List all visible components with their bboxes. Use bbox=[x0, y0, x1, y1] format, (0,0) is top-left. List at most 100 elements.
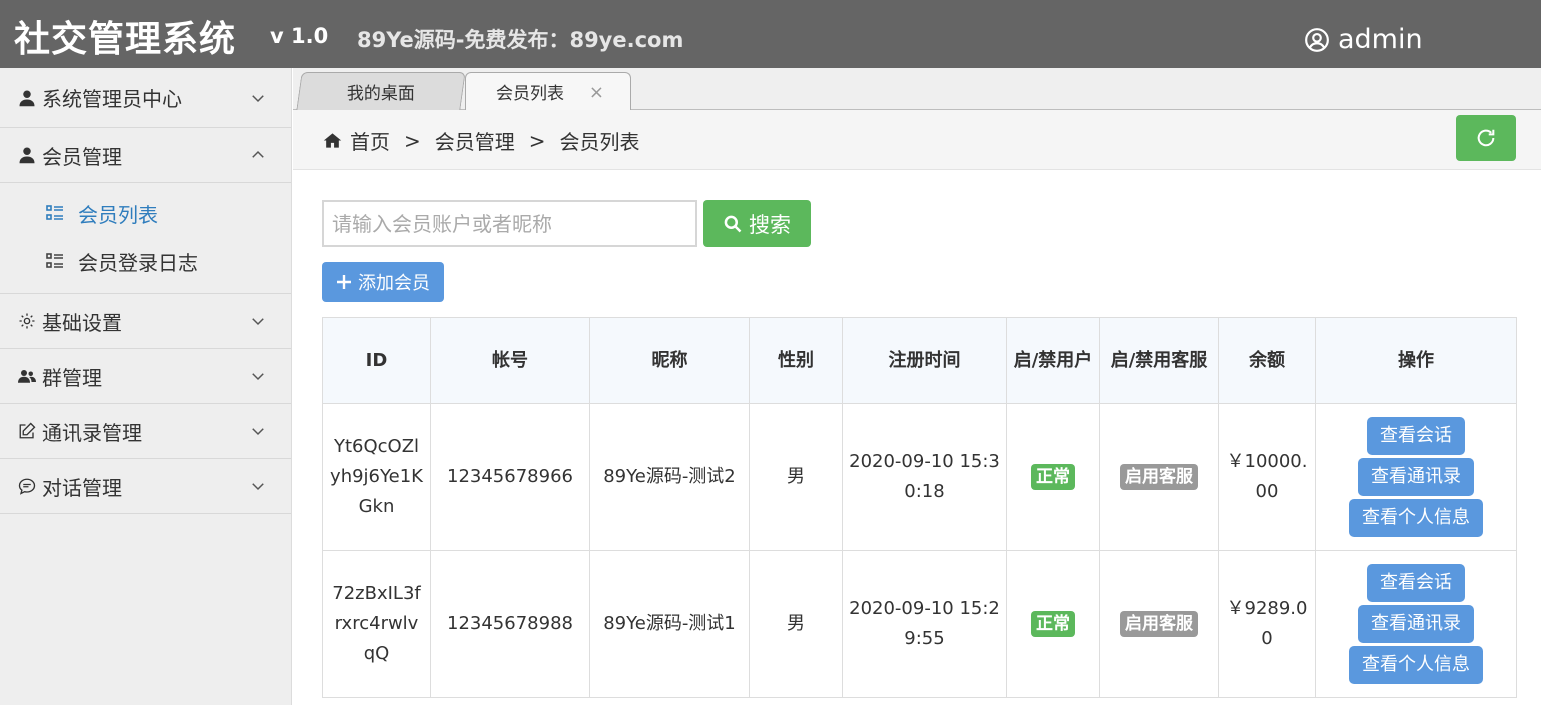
cell-id: Yt6QcOZlyh9j6Ye1KGkn bbox=[322, 403, 431, 551]
view-conversation-button[interactable]: 查看会话 bbox=[1367, 417, 1465, 455]
sidebar-group-conversations[interactable]: 对话管理 bbox=[0, 459, 291, 514]
chat-icon bbox=[18, 477, 36, 495]
sidebar-item-member-list[interactable]: 会员列表 bbox=[0, 189, 291, 237]
sidebar-group-admin-center[interactable]: 系统管理员中心 bbox=[0, 68, 291, 128]
table-header-row: ID 帐号 昵称 性别 注册时间 启/禁用户 启/禁用客服 余额 操作 bbox=[322, 317, 1517, 404]
breadcrumb-home[interactable]: 首页 bbox=[350, 126, 390, 155]
user-name: admin bbox=[1338, 24, 1423, 55]
chevron-down-icon bbox=[252, 318, 264, 326]
cell-id: 72zBxIL3frxrc4rwlvqQ bbox=[322, 550, 431, 698]
column-header-account: 帐号 bbox=[430, 317, 590, 404]
breadcrumb-bar: 首页 > 会员管理 > 会员列表 bbox=[293, 110, 1541, 170]
cell-gender: 男 bbox=[749, 403, 843, 551]
cell-registered: 2020-09-10 15:29:55 bbox=[842, 550, 1007, 698]
submenu-member: 会员列表 会员登录日志 bbox=[0, 183, 291, 294]
search-button-label: 搜索 bbox=[749, 212, 791, 237]
sidebar-group-contacts[interactable]: 通讯录管理 bbox=[0, 404, 291, 459]
tab-bar: 我的桌面 会员列表 × bbox=[293, 68, 1541, 110]
cell-actions: 查看会话 查看通讯录 查看个人信息 bbox=[1315, 403, 1517, 551]
search-input[interactable] bbox=[322, 200, 697, 247]
edit-icon bbox=[18, 422, 36, 440]
chevron-up-icon bbox=[252, 150, 264, 158]
person-icon bbox=[18, 146, 36, 164]
cs-status-badge[interactable]: 启用客服 bbox=[1120, 611, 1198, 637]
person-icon bbox=[18, 89, 36, 107]
sidebar-group-basic-settings[interactable]: 基础设置 bbox=[0, 294, 291, 349]
breadcrumb-member-list: 会员列表 bbox=[559, 130, 640, 154]
view-contacts-button[interactable]: 查看通讯录 bbox=[1358, 458, 1474, 496]
search-button[interactable]: 搜索 bbox=[703, 200, 811, 247]
chevron-down-icon bbox=[252, 483, 264, 491]
view-profile-button[interactable]: 查看个人信息 bbox=[1349, 499, 1483, 537]
search-icon bbox=[724, 215, 742, 232]
breadcrumb-member-management[interactable]: 会员管理 bbox=[435, 126, 515, 155]
breadcrumb-separator: > bbox=[528, 128, 546, 153]
cell-account: 12345678966 bbox=[430, 403, 590, 551]
view-conversation-button[interactable]: 查看会话 bbox=[1367, 564, 1465, 602]
view-contacts-button[interactable]: 查看通讯录 bbox=[1358, 605, 1474, 643]
tab-member-list[interactable]: 会员列表 × bbox=[465, 72, 631, 110]
chevron-down-icon bbox=[252, 428, 264, 436]
top-header: 社交管理系统 v 1.0 89Ye源码-免费发布：89ye.com admin bbox=[0, 0, 1541, 68]
list-icon bbox=[46, 204, 64, 222]
cell-balance: ￥9289.00 bbox=[1218, 550, 1316, 698]
sidebar-item-member-login-log[interactable]: 会员登录日志 bbox=[0, 237, 291, 285]
header-slogan: 89Ye源码-免费发布：89ye.com bbox=[357, 28, 684, 52]
add-member-button[interactable]: 添加会员 bbox=[322, 262, 444, 302]
sidebar-item-label: 会员列表 bbox=[78, 202, 158, 227]
sidebar-group-label: 通讯录管理 bbox=[42, 420, 142, 445]
sidebar-group-group-management[interactable]: 群管理 bbox=[0, 349, 291, 404]
sidebar-group-label: 对话管理 bbox=[42, 475, 122, 500]
gear-icon bbox=[18, 312, 36, 330]
refresh-button[interactable] bbox=[1456, 115, 1516, 161]
sidebar-item-label: 会员登录日志 bbox=[78, 250, 198, 275]
cell-balance: ￥10000.00 bbox=[1218, 403, 1316, 551]
chevron-down-icon bbox=[252, 94, 264, 102]
breadcrumb: 首页 > 会员管理 > 会员列表 bbox=[323, 126, 640, 155]
cell-actions: 查看会话 查看通讯录 查看个人信息 bbox=[1315, 550, 1517, 698]
column-header-actions: 操作 bbox=[1315, 317, 1517, 404]
tab-my-desktop[interactable]: 我的桌面 bbox=[296, 72, 466, 110]
sidebar-group-label: 会员管理 bbox=[42, 144, 122, 169]
user-status-badge[interactable]: 正常 bbox=[1031, 464, 1075, 490]
group-icon bbox=[18, 367, 36, 385]
home-icon bbox=[323, 133, 342, 148]
tab-label: 会员列表 bbox=[496, 84, 564, 104]
view-profile-button[interactable]: 查看个人信息 bbox=[1349, 646, 1483, 684]
cell-nickname: 89Ye源码-测试2 bbox=[589, 403, 750, 551]
app-version: v 1.0 bbox=[270, 24, 329, 48]
cell-cs-status: 启用客服 bbox=[1099, 550, 1219, 698]
cell-cs-status: 启用客服 bbox=[1099, 403, 1219, 551]
list-icon bbox=[46, 252, 64, 270]
plus-icon bbox=[337, 275, 351, 289]
column-header-balance: 余额 bbox=[1218, 317, 1316, 404]
close-icon[interactable]: × bbox=[589, 82, 604, 103]
sidebar-group-label: 群管理 bbox=[42, 365, 102, 390]
member-table: ID 帐号 昵称 性别 注册时间 启/禁用户 启/禁用客服 余额 操作 Yt6Q… bbox=[322, 317, 1517, 698]
refresh-icon bbox=[1477, 129, 1495, 147]
cell-nickname: 89Ye源码-测试1 bbox=[589, 550, 750, 698]
chevron-down-icon bbox=[252, 373, 264, 381]
user-menu[interactable]: admin bbox=[1304, 24, 1423, 55]
sidebar-group-label: 基础设置 bbox=[42, 310, 122, 335]
sidebar-group-label: 系统管理员中心 bbox=[42, 87, 182, 111]
sidebar: 系统管理员中心 会员管理 会员列表 会员登录日志 基础设置 群管理 通讯录管理 … bbox=[0, 68, 292, 705]
app-title: 社交管理系统 bbox=[14, 19, 237, 60]
user-circle-icon bbox=[1305, 27, 1329, 52]
tab-label: 我的桌面 bbox=[346, 84, 415, 104]
sidebar-group-member[interactable]: 会员管理 bbox=[0, 128, 291, 183]
column-header-id: ID bbox=[322, 317, 431, 404]
cell-gender: 男 bbox=[749, 550, 843, 698]
cell-registered: 2020-09-10 15:30:18 bbox=[842, 403, 1007, 551]
table-row: Yt6QcOZlyh9j6Ye1KGkn 12345678966 89Ye源码-… bbox=[322, 403, 1517, 551]
user-status-badge[interactable]: 正常 bbox=[1031, 611, 1075, 637]
cs-status-badge[interactable]: 启用客服 bbox=[1120, 464, 1198, 490]
cell-user-status: 正常 bbox=[1006, 403, 1100, 551]
table-row: 72zBxIL3frxrc4rwlvqQ 12345678988 89Ye源码-… bbox=[322, 550, 1517, 698]
breadcrumb-separator: > bbox=[404, 128, 421, 153]
cell-account: 12345678988 bbox=[430, 550, 590, 698]
add-member-label: 添加会员 bbox=[358, 273, 430, 294]
column-header-nickname: 昵称 bbox=[589, 317, 750, 404]
column-header-gender: 性别 bbox=[749, 317, 843, 404]
column-header-cs-status: 启/禁用客服 bbox=[1099, 317, 1219, 404]
